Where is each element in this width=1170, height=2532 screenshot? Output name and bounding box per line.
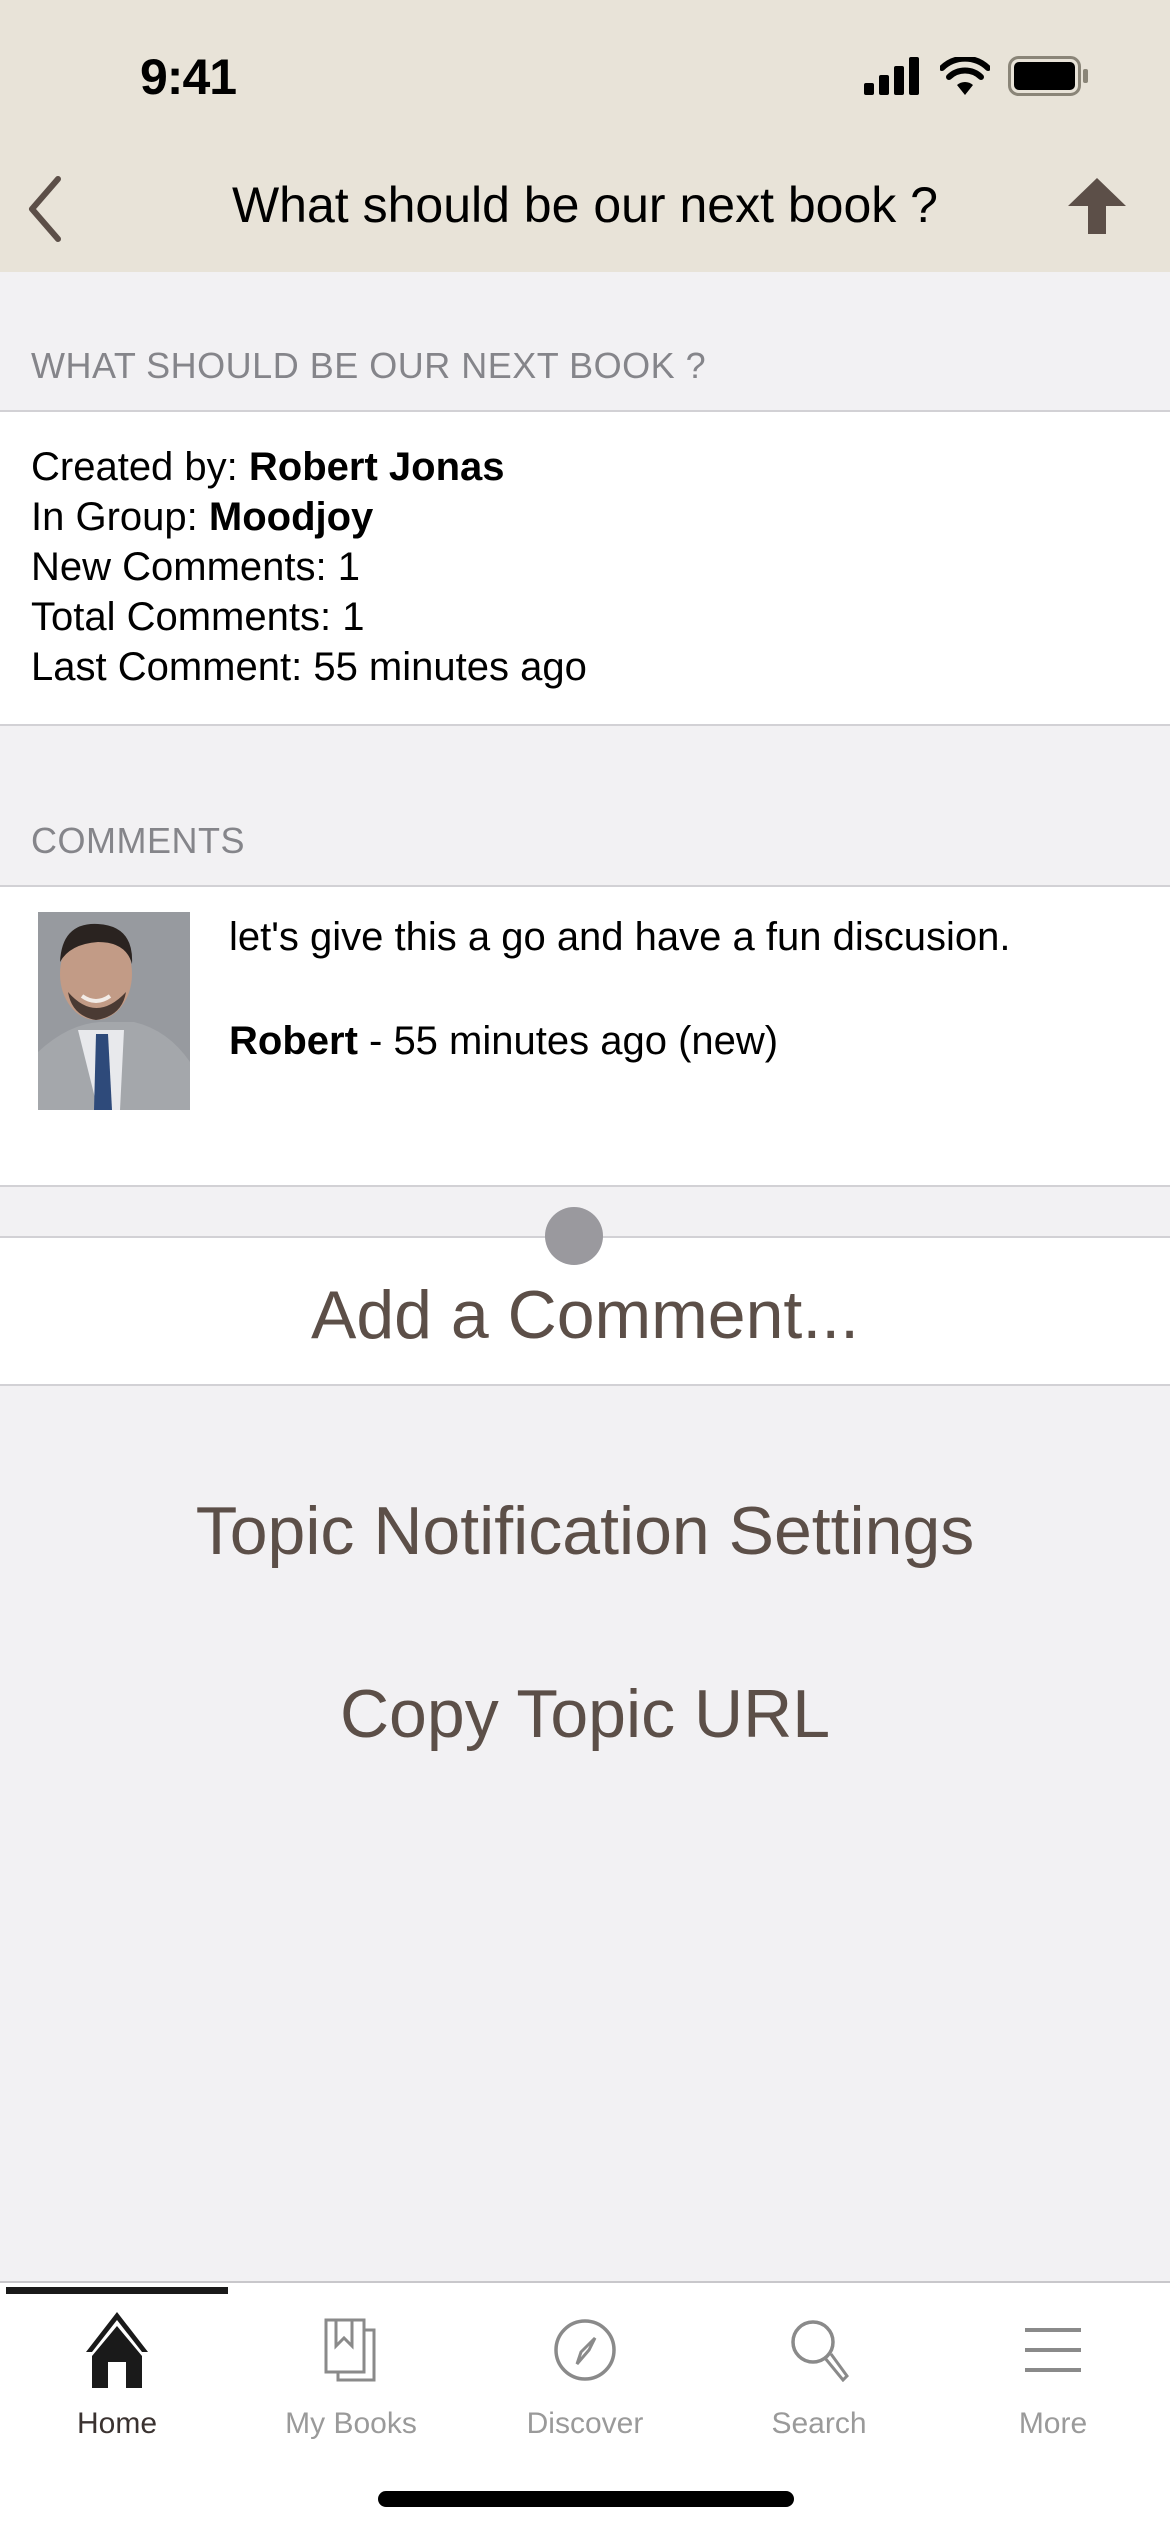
new-comments-value: 1 — [337, 545, 360, 589]
new-comments-label: New Comments: — [31, 545, 338, 589]
notification-settings-button[interactable]: Topic Notification Settings — [0, 1492, 1170, 1570]
status-icons — [864, 56, 1090, 96]
tab-discover-label: Discover — [526, 2407, 644, 2440]
topic-section-header: WHAT SHOULD BE OUR NEXT BOOK ? — [31, 345, 707, 386]
new-comments-row: New Comments: 1 — [31, 542, 1139, 592]
tab-discover[interactable]: Discover — [468, 2305, 702, 2441]
home-icon — [86, 2312, 148, 2388]
comment-timestamp: - 55 minutes ago (new) — [357, 1019, 779, 1063]
created-by-value[interactable]: Robert Jonas — [249, 445, 505, 489]
tab-search[interactable]: Search — [702, 2305, 936, 2441]
last-comment-label: Last Comment: — [31, 645, 314, 689]
tab-my-books-label: My Books — [285, 2407, 417, 2440]
tab-more-label: More — [1018, 2407, 1088, 2440]
arrow-up-icon[interactable] — [1068, 178, 1126, 234]
add-comment-button[interactable]: Add a Comment... — [0, 1276, 1170, 1354]
comment-item[interactable]: let's give this a go and have a fun disc… — [0, 885, 1170, 1187]
total-comments-row: Total Comments: 1 — [31, 592, 1139, 642]
tab-more[interactable]: More — [936, 2305, 1170, 2441]
group-label: In Group: — [31, 495, 209, 539]
status-time: 9:41 — [140, 49, 237, 105]
tab-home-label: Home — [76, 2407, 158, 2440]
created-by-label: Created by: — [31, 445, 249, 489]
tab-my-books[interactable]: My Books — [234, 2305, 468, 2441]
tab-home[interactable]: Home — [0, 2305, 234, 2441]
copy-url-button[interactable]: Copy Topic URL — [0, 1675, 1170, 1753]
last-comment-value: 55 minutes ago — [313, 645, 587, 689]
comment-meta: Robert - 55 minutes ago (new) — [229, 1019, 778, 1064]
avatar-photo — [38, 912, 190, 1110]
avatar[interactable] — [38, 912, 190, 1110]
battery-icon — [1008, 56, 1088, 96]
group-row: In Group: Moodjoy — [31, 492, 1139, 542]
menu-icon — [1025, 2328, 1081, 2372]
group-value[interactable]: Moodjoy — [209, 495, 373, 539]
created-by-row: Created by: Robert Jonas — [31, 442, 1139, 492]
comment-text: let's give this a go and have a fun disc… — [229, 915, 1011, 959]
scroll-indicator[interactable] — [545, 1207, 603, 1265]
comments-section-header: COMMENTS — [31, 820, 245, 861]
books-icon — [324, 2318, 376, 2382]
compass-icon — [554, 2319, 616, 2381]
total-comments-label: Total Comments: — [31, 595, 343, 639]
topic-info-card: Created by: Robert Jonas In Group: Moodj… — [0, 410, 1170, 726]
home-indicator[interactable] — [378, 2491, 794, 2507]
active-tab-indicator — [6, 2287, 228, 2294]
comment-author[interactable]: Robert — [229, 1019, 358, 1063]
signal-icon — [864, 57, 919, 95]
search-icon — [791, 2320, 849, 2382]
total-comments-value: 1 — [342, 595, 365, 639]
nav-title: What should be our next book ? — [231, 177, 938, 233]
last-comment-row: Last Comment: 55 minutes ago — [31, 642, 1139, 692]
tab-search-label: Search — [771, 2407, 867, 2440]
wifi-icon — [940, 57, 990, 95]
header: 9:41 What should be our next book ? — [0, 0, 1170, 272]
